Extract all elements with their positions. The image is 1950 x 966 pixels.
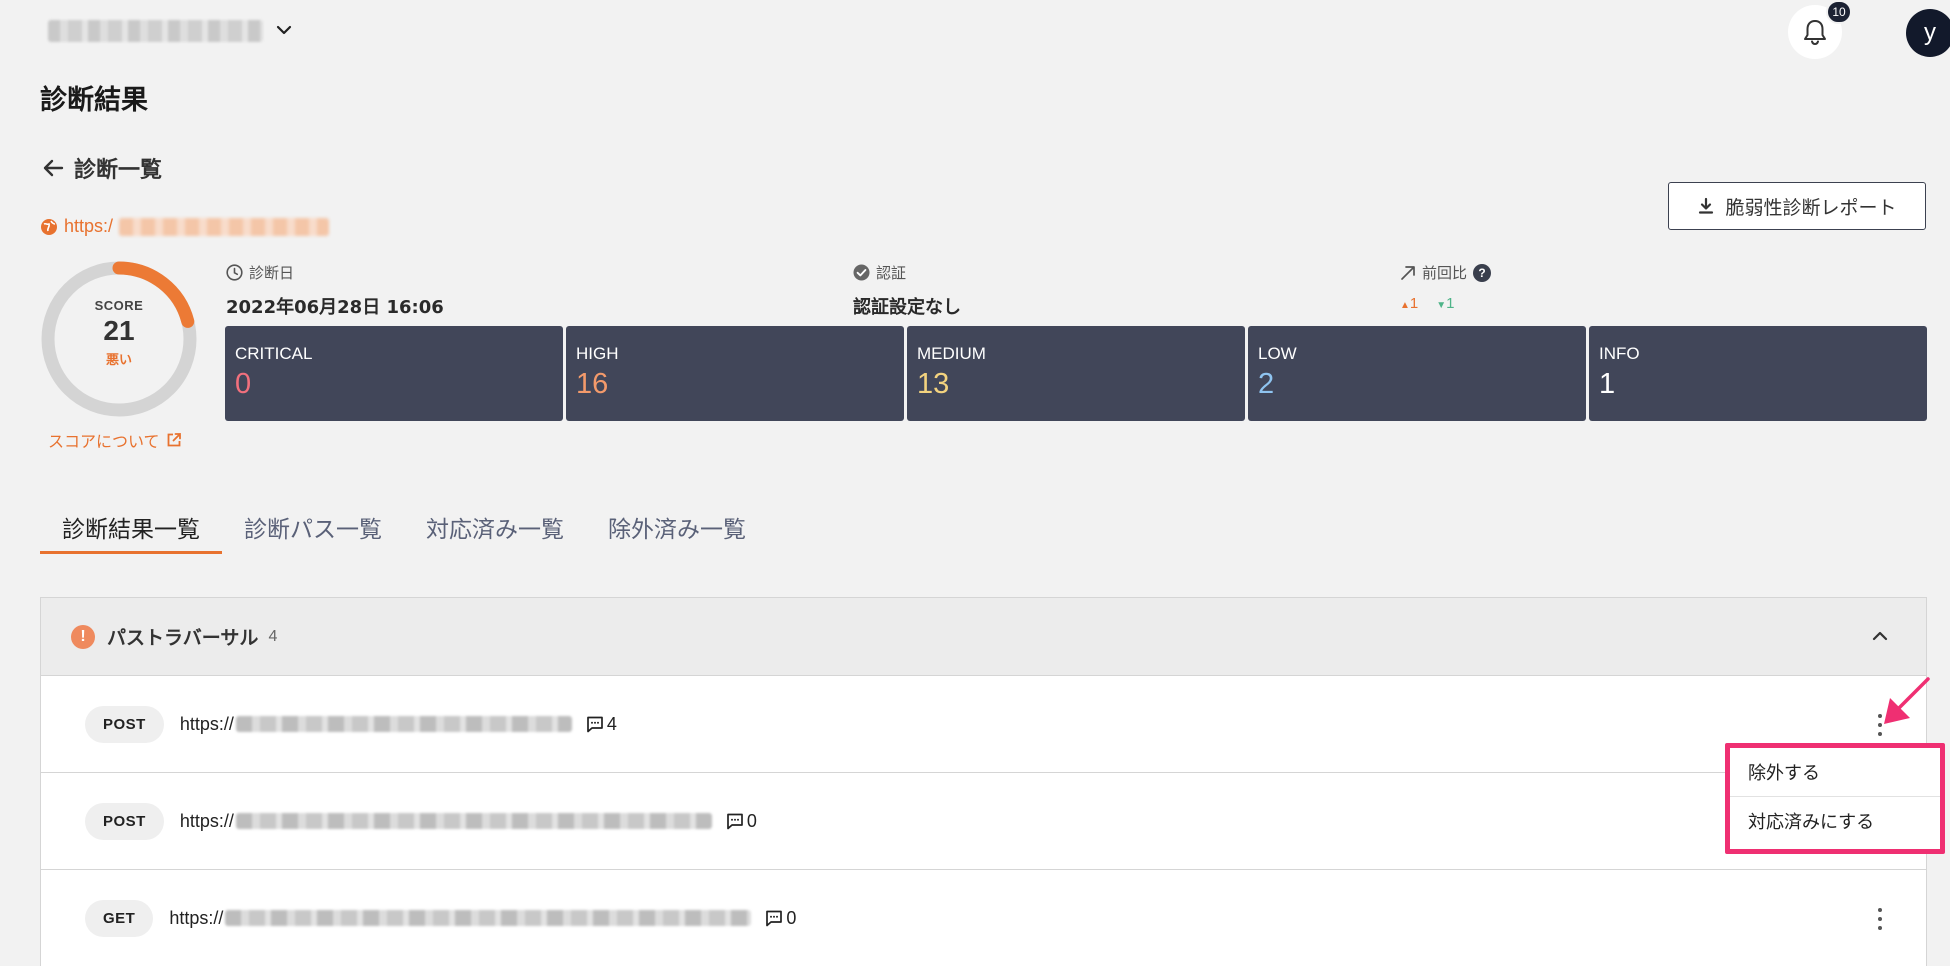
score-about-label: スコアについて [48,432,160,451]
top-bar: 10 y [0,0,1950,62]
severity-name: INFO [1599,344,1640,363]
comment-count[interactable]: 0 [765,908,796,929]
trend-down-value: 1 [1446,295,1455,312]
group-header[interactable]: ! パストラバーサル 4 [41,598,1926,676]
triangle-up-icon: ▲ [1400,300,1410,311]
user-avatar[interactable]: y [1906,9,1950,57]
chevron-up-icon[interactable] [1870,626,1890,646]
request-url-prefix: https:// [179,713,234,734]
arrow-left-icon [43,159,64,177]
severity-count: 13 [917,368,950,400]
severity-card-high[interactable]: HIGH 16 [566,326,904,421]
download-report-button[interactable]: 脆弱性診断レポート [1668,182,1926,230]
severity-card-info[interactable]: INFO 1 [1589,326,1927,421]
help-icon[interactable]: ? [1473,263,1492,282]
tab-excluded[interactable]: 除外済み一覧 [586,506,768,554]
redacted-path [225,910,752,926]
request-url: https:// [180,811,712,832]
http-method-badge: GET [85,899,154,937]
trend-arrow-icon [1401,265,1415,280]
severity-count: 0 [235,368,252,400]
compare-label: 前回比 [1422,264,1468,282]
target-url-text: https:/ [64,216,114,236]
chevron-down-icon[interactable] [274,20,294,40]
comment-count[interactable]: 0 [726,811,757,832]
scan-date-value: 2022年06月28日 16:06 [226,297,444,318]
comment-icon [727,813,743,830]
http-method-badge: POST [85,802,164,840]
clock-icon [226,264,243,281]
row-context-menu: 除外する 対応済みにする [1725,743,1945,854]
severity-summary: CRITICAL 0 HIGH 16 MEDIUM 13 LOW 2 INFO … [225,326,1927,421]
external-link-icon [167,433,181,447]
comment-count[interactable]: 4 [586,714,617,735]
severity-count: 1 [1599,368,1616,400]
redacted-url [119,217,330,236]
warning-icon: ! [71,624,95,649]
severity-name: HIGH [576,344,619,363]
request-url-prefix: https:// [169,907,224,928]
project-selector[interactable] [48,20,263,42]
severity-name: MEDIUM [917,344,986,363]
comment-count-value: 4 [606,713,617,734]
trend-down: ▼1 [1436,295,1454,312]
severity-card-low[interactable]: LOW 2 [1248,326,1586,421]
severity-count: 16 [576,368,609,400]
score-readout: SCORE 21 悪い [40,298,198,368]
bell-icon [1804,20,1826,46]
table-row[interactable]: POST https:// 4 [41,676,1926,773]
vulnerability-group: ! パストラバーサル 4 POST https:// 4 POST https:… [40,597,1927,966]
auth-label: 認証 [876,264,907,282]
redacted-path [235,716,572,732]
report-button-label: 脆弱性診断レポート [1725,196,1897,219]
score-label: SCORE [94,298,144,313]
target-url-link[interactable]: https:/ [40,216,330,237]
page-title: 診断結果 [40,85,148,116]
tab-resolved[interactable]: 対応済み一覧 [404,506,586,554]
check-circle-icon [853,264,870,281]
score-value: 21 [103,315,135,346]
menu-item-mark-resolved[interactable]: 対応済みにする [1730,796,1940,844]
table-row[interactable]: POST https:// 0 [41,773,1926,870]
comment-count-value: 0 [746,810,757,831]
severity-name: CRITICAL [235,344,313,363]
severity-card-critical[interactable]: CRITICAL 0 [225,326,563,421]
redacted-path [235,813,712,829]
auth-value: 認証設定なし [853,297,961,318]
request-url: https:// [169,907,752,929]
comment-icon [587,716,603,733]
back-to-list-link[interactable]: 診断一覧 [42,152,162,184]
trend-up: ▲1 [1400,295,1418,312]
table-row[interactable]: GET https:// 0 [41,870,1926,966]
group-count: 4 [268,627,278,645]
severity-name: LOW [1258,344,1297,363]
severity-card-medium[interactable]: MEDIUM 13 [907,326,1245,421]
notification-count-badge: 10 [1826,0,1852,24]
comment-icon [766,910,783,927]
comment-count-value: 0 [786,907,797,928]
request-url: https:// [180,714,572,735]
scan-date-block: 診断日 2022年06月28日 16:06 [226,262,444,319]
more-options-icon[interactable] [1870,906,1890,932]
score-about-link[interactable]: スコアについて [48,428,182,452]
auth-block: 認証 認証設定なし [853,262,961,319]
request-url-prefix: https:// [179,810,234,831]
score-level: 悪い [105,353,132,368]
scan-date-label: 診断日 [249,264,295,282]
triangle-down-icon: ▼ [1436,300,1447,311]
compare-block: 前回比 ? ▲1 ▼1 [1400,262,1492,312]
globe-icon [41,218,57,235]
tab-paths[interactable]: 診断パス一覧 [222,506,404,554]
back-link-label: 診断一覧 [74,158,163,183]
menu-item-exclude[interactable]: 除外する [1730,748,1940,796]
severity-count: 2 [1258,368,1275,400]
group-title: パストラバーサル [107,627,259,649]
tab-results[interactable]: 診断結果一覧 [40,506,222,554]
http-method-badge: POST [85,705,164,743]
result-tabs: 診断結果一覧 診断パス一覧 対応済み一覧 除外済み一覧 [40,506,768,554]
trend-up-value: 1 [1409,295,1419,312]
download-icon [1699,197,1714,214]
annotation-arrow-icon [1884,677,1930,724]
